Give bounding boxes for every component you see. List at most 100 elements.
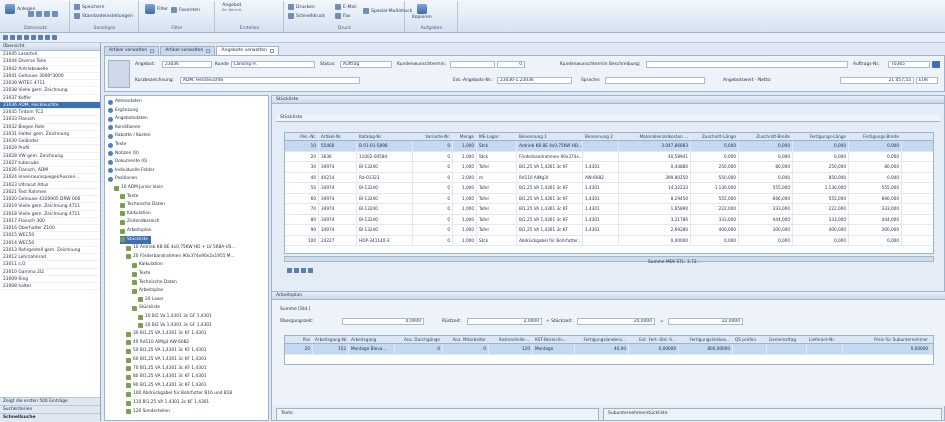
column-header[interactable]: Fertigungslinkkos...: [679, 336, 733, 343]
overview-item[interactable]: 23044 Diverse Teile: [0, 58, 100, 66]
search-icon[interactable]: [38, 35, 43, 40]
first-icon[interactable]: [287, 268, 292, 273]
table-row[interactable]: 50 34974 Bl-13240 0 1,000 Tafel Bl1,25 VA 1,43…: [285, 183, 933, 194]
angebot-field[interactable]: 23036: [162, 61, 212, 68]
column-header[interactable]: Benennung 1: [517, 133, 583, 140]
overview-item[interactable]: 23015 WEC50: [0, 232, 100, 240]
table-row[interactable]: 40 40214 Rd-01323 0 2,000 m Rd110 AlMg3I AW-608…: [285, 172, 933, 183]
tree-node[interactable]: 20 Laser: [138, 296, 164, 304]
kurz-field[interactable]: ADM, Heckleuchte: [180, 77, 360, 84]
last-icon[interactable]: [308, 268, 313, 273]
kwt-beschreibung-field[interactable]: [646, 61, 848, 68]
tree-node[interactable]: Texte: [132, 270, 150, 278]
kunde-field[interactable]: Lansing H.: [231, 61, 315, 68]
tree-node[interactable]: 40 Rd110 AlMg3 AW-6082: [126, 339, 189, 347]
tree-node[interactable]: Konditionen: [108, 124, 140, 132]
tab-artikel-verwalten-1[interactable]: Artikel verwalten: [104, 46, 160, 55]
overview-item[interactable]: 23008 halter: [0, 283, 100, 291]
last-icon[interactable]: [52, 11, 58, 17]
tree-node[interactable]: Arbeitsplan: [132, 287, 163, 295]
tree-node[interactable]: Individuelle Felder: [108, 167, 154, 175]
tree-node[interactable]: 20 Förderbandrahmen 90x374x90x2x1955 M..…: [126, 253, 235, 261]
ext-field[interactable]: 23036-1.23036: [497, 77, 572, 84]
overview-item[interactable]: 23019 Vielle gem. Zeichnung 4711: [0, 203, 100, 211]
tree-node[interactable]: Adressdaten: [108, 98, 142, 106]
overview-item[interactable]: 23039 WITEC 4711: [0, 80, 100, 88]
overview-item[interactable]: 23010 Gamma 2l2: [0, 269, 100, 276]
spezial-multidruck-button[interactable]: Spezial-Multidruck: [363, 8, 412, 14]
tree-node[interactable]: 80 Bl1,25 VA 1,4301 3c KF 1,4301: [126, 373, 206, 381]
column-header[interactable]: Kostenstelle-...: [489, 336, 533, 343]
overview-item[interactable]: 23013 Rohrgestell gem. Zeichnung: [0, 247, 100, 254]
favoriten-button[interactable]: Favoriten: [171, 7, 200, 13]
status-select[interactable]: Auftrag: [340, 61, 392, 68]
column-header[interactable]: Ext. Fert.-Std.-S...: [629, 336, 679, 343]
column-header[interactable]: Zuschnitt-Breite: [739, 133, 793, 140]
column-header[interactable]: Lieferant-Nr.: [807, 336, 843, 343]
column-header[interactable]: Fertigungslandens...: [575, 336, 629, 343]
overview-item[interactable]: 23037 Koffer: [0, 95, 100, 102]
tree-node[interactable]: 70 Bl1,25 VA 1,4301 3c KF 1,4301: [126, 365, 206, 373]
table-row[interactable]: 30 34974 Bl-13240 0 1,000 Tafel Bl1,25 VA 1,43…: [285, 162, 933, 173]
tree-node[interactable]: 110 Bl1,25 VA 1,4301 3c KF 1,4301: [126, 399, 209, 407]
column-header[interactable]: Anz. Mitarbeiter: [443, 336, 489, 343]
prev-icon[interactable]: [36, 11, 42, 17]
overview-item[interactable]: 23021 Test Rahmen: [0, 189, 100, 196]
table-row[interactable]: 20 152 Montage Bleva... 0 0 120 Montage 40,00 0,…: [285, 344, 933, 355]
overview-item[interactable]: 23029 Profil: [0, 145, 100, 153]
refresh-icon[interactable]: [10, 35, 15, 40]
next-icon[interactable]: [301, 268, 306, 273]
fax-button[interactable]: Fax: [335, 13, 351, 19]
column-header[interactable]: Menge: [453, 133, 477, 140]
tree-node[interactable]: 60 Bl1,25 VA 1,4301 3c KF 1,4301: [126, 356, 206, 364]
overview-item[interactable]: 23011 s.O: [0, 261, 100, 269]
stueck-field[interactable]: 20,0000: [577, 318, 655, 325]
tree-node[interactable]: 120 Sonderteilen: [126, 408, 170, 416]
overview-item[interactable]: 23018 Vielle gem. Zeichnung 4711: [0, 211, 100, 218]
info-icon[interactable]: [932, 61, 940, 68]
tree-node[interactable]: Rabatte / Kosten: [108, 132, 151, 140]
tree-node[interactable]: Angebotsdaten: [108, 115, 148, 123]
tree-node[interactable]: Arbeitsplan: [120, 227, 151, 235]
column-header[interactable]: Preis für Subunternehmer: [843, 336, 931, 343]
mail-icon[interactable]: [31, 35, 36, 40]
overview-item[interactable]: 23041 Gehause 3000*3000: [0, 73, 100, 80]
schnelldruck-button[interactable]: Schnelldruck: [288, 13, 325, 19]
overview-item[interactable]: 23014 WEC50: [0, 240, 100, 247]
print-icon[interactable]: [24, 35, 29, 40]
overview-item[interactable]: 23030 Geländer: [0, 138, 100, 146]
tree-node[interactable]: 90 Bl1,25 VA 1,4301 3c KF 1,4301: [126, 382, 206, 390]
overview-item[interactable]: 23035 Tintom TC2: [0, 109, 100, 117]
kw-field[interactable]: 0: [497, 61, 525, 68]
tree-node[interactable]: 30 Bl1,25 VA 1,4301 3c KF 1,4301: [126, 330, 206, 338]
tree-node[interactable]: Kalkulation: [132, 261, 163, 269]
overview-item[interactable]: 23012 Lehrzahnrad: [0, 254, 100, 262]
column-header[interactable]: Fertigungs-Breite: [849, 133, 902, 140]
overview-item[interactable]: 23016 Oberhalter Z100: [0, 225, 100, 233]
tree-node[interactable]: 50 Bl1,25 VA 1,4301 3c KF 1,4301: [126, 347, 206, 355]
help-icon[interactable]: [52, 35, 57, 40]
tree-node[interactable]: Zeitendbereich: [120, 218, 160, 226]
record-nav-buttons[interactable]: [28, 11, 58, 17]
column-header[interactable]: Arbeitsgang: [349, 336, 395, 343]
overview-item[interactable]: 23024 Innenraumspiegel/Aussen...: [0, 174, 100, 182]
kopieren-button[interactable]: Kopieren: [412, 4, 432, 20]
close-icon[interactable]: [269, 49, 274, 53]
table-row[interactable]: 80 34974 Bl-13240 0 1,000 Tafel Bl1,25 VA 1,43…: [285, 214, 933, 225]
close-icon[interactable]: [150, 49, 155, 53]
filter-button[interactable]: Filter: [145, 4, 168, 14]
prev-icon[interactable]: [294, 268, 299, 273]
column-header[interactable]: Materialeinzelkosten ...: [619, 133, 691, 140]
angebot-button[interactable]: Angebot Ein Bericht: [222, 3, 242, 12]
overview-item[interactable]: 23023 Ultracut Altus: [0, 182, 100, 189]
tree-node[interactable]: Technische Daten: [120, 201, 165, 209]
overview-item[interactable]: 23031 Halter gem. Zeichnung: [0, 131, 100, 138]
overview-item[interactable]: 23033 Flansch: [0, 116, 100, 124]
table-row[interactable]: 70 34974 Bl-13240 0 1,000 Tafel Bl1,25 VA 1,43…: [285, 204, 933, 215]
tree-node[interactable]: 10 Antrieb KB 8E 4x0,75KW HD + LV 568A-U…: [126, 244, 236, 252]
column-header[interactable]: KST-Bezeichn...: [533, 336, 575, 343]
table-row[interactable]: 10 55460 B 01-01-5898 0 1,000 Stck Antrieb KB …: [285, 141, 933, 152]
table-row[interactable]: 60 34974 Bl-13240 0 1,000 Tafel Bl1,25 VA 1,43…: [285, 193, 933, 204]
overview-item[interactable]: 23036 ADM, Heckleuchte: [0, 101, 100, 109]
standardeinstellungen-button[interactable]: Standardeinstellungen: [74, 13, 133, 19]
